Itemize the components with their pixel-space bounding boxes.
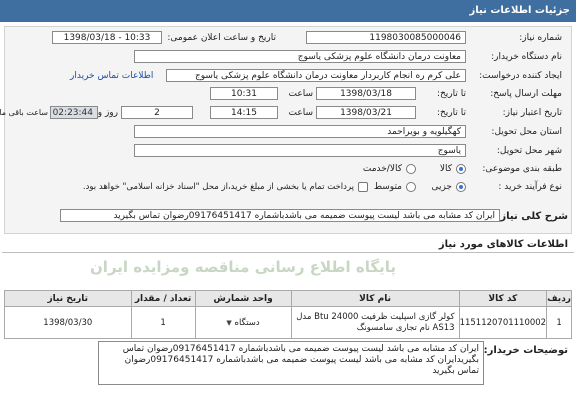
need-number-label: شماره نیاز: <box>519 33 562 43</box>
goods-header-row: ردیف کد کالا نام کالا واحد شمارش تعداد /… <box>4 290 572 307</box>
page-header: جزئیات اطلاعات نیاز <box>0 0 576 22</box>
process-radio-minor[interactable] <box>456 182 466 192</box>
category-label: طبقه بندی موضوعی: <box>482 164 562 174</box>
goods-table: ردیف کد کالا نام کالا واحد شمارش تعداد /… <box>4 290 572 339</box>
category-option-goods-service: کالا/خدمت <box>362 164 402 174</box>
payment-note: پرداخت تمام یا بخشی از مبلغ خرید،از محل … <box>82 182 354 192</box>
cell-row: 1 <box>546 306 572 339</box>
process-radio-medium[interactable] <box>406 182 416 192</box>
validity-time-label: ساعت <box>288 108 314 118</box>
chevron-down-icon: ▼ <box>226 318 232 327</box>
announce-field: 1398/03/18 - 10:33 <box>52 31 162 44</box>
validity-date-field: 1398/03/21 <box>316 106 416 119</box>
announce-label: تاریخ و ساعت اعلان عمومی: <box>167 33 276 43</box>
cell-name: کولر گازی اسپلیت ظرفیت Btu 24000 مدل AS1… <box>290 306 460 339</box>
cell-unit-value: دستگاه <box>234 317 260 328</box>
notes-label: توضیحات خریدار: <box>483 345 568 356</box>
summary-field: ایران کد مشابه می باشد لیست پیوست ضمیمه … <box>60 209 500 222</box>
need-number-field: 1198030085000046 <box>306 31 466 44</box>
province-label: استان محل تحویل: <box>491 127 562 137</box>
province-field: کهگیلویه و بویراحمد <box>134 125 466 138</box>
creator-field: علی کرم ره انجام کاربردار معاونت درمان د… <box>166 69 466 82</box>
cell-date: 1398/03/30 <box>4 306 132 339</box>
validity-time-field: 14:15 <box>210 106 278 119</box>
days-label: روز و <box>97 108 118 118</box>
col-name: نام کالا <box>290 290 460 307</box>
notes-field: ایران کد مشابه می باشد لیست پیوست ضمیمه … <box>98 341 484 385</box>
city-label: شهر محل تحویل: <box>496 146 562 156</box>
cell-code: 1151120701110002 <box>458 306 548 339</box>
send-deadline-label: مهلت ارسال پاسخ: <box>490 89 562 99</box>
goods-title: اطلاعات کالاهای مورد نیاز <box>438 239 568 250</box>
send-time-field: 10:31 <box>210 87 278 100</box>
process-label: نوع فرآیند خرید : <box>498 182 562 192</box>
process-option-minor: جزیی <box>431 182 452 192</box>
remaining-timer: 02:23:44 <box>50 106 98 119</box>
send-deadline-to: تا تاریخ: <box>436 89 466 99</box>
days-field: 2 <box>121 106 193 119</box>
cell-unit: دستگاه ▼ <box>194 306 292 339</box>
watermark: پایگاه اطلاع رسانی مناقصه ومزایده ایران <box>90 258 396 276</box>
process-option-medium: متوسط <box>373 182 402 192</box>
creator-label: ایجاد کننده درخواست: <box>479 71 562 81</box>
category-radio-goods-service[interactable] <box>406 164 416 174</box>
summary-label: شرح کلی نیاز: <box>496 211 568 222</box>
cell-qty: 1 <box>130 306 196 339</box>
buyer-contact-link[interactable]: اطلاعات تماس خریدار <box>70 71 153 81</box>
category-radio-goods[interactable] <box>456 164 466 174</box>
treasury-checkbox[interactable] <box>358 182 368 192</box>
table-row: 1 1151120701110002 کولر گازی اسپلیت ظرفی… <box>4 306 572 339</box>
col-unit: واحد شمارش <box>194 290 292 307</box>
col-qty: تعداد / مقدار <box>130 290 196 307</box>
buyer-org-label: نام دستگاه خریدار: <box>491 52 562 62</box>
validity-label: تاریخ اعتبار نیاز: <box>502 108 562 118</box>
col-code: کد کالا <box>458 290 548 307</box>
buyer-org-field: معاونت درمان دانشگاه علوم پزشکی یاسوج <box>134 50 466 63</box>
city-field: یاسوج <box>134 144 466 157</box>
send-date-field: 1398/03/18 <box>316 87 416 100</box>
send-time-label: ساعت <box>288 89 314 99</box>
remaining-label: ساعت باقی مانده <box>0 108 48 117</box>
goods-divider <box>2 252 574 253</box>
col-date: تاریخ نیاز <box>4 290 132 307</box>
col-row: ردیف <box>546 290 572 307</box>
category-option-goods: کالا <box>439 164 452 174</box>
validity-to: تا تاریخ: <box>436 108 466 118</box>
